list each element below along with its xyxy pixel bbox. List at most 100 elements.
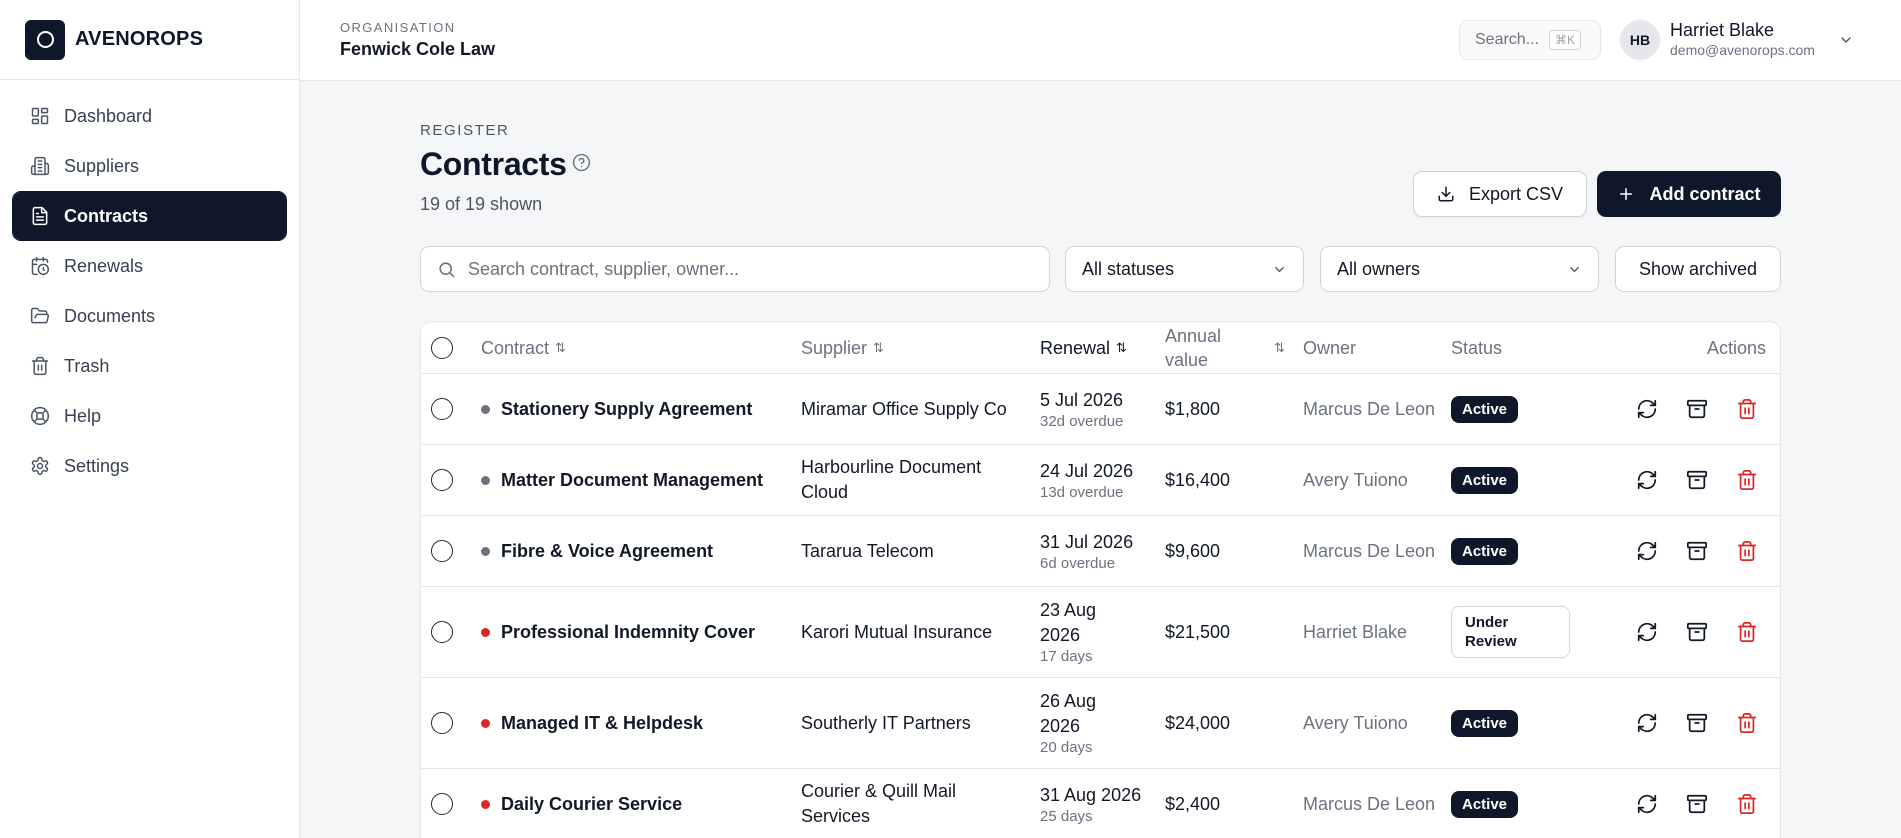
chevron-down-icon <box>1275 266 1284 272</box>
help-circle-icon[interactable] <box>572 153 591 172</box>
sort-icon: ⇅ <box>555 340 566 355</box>
renewal-date: 31 Jul 2026 6d overdue <box>1040 516 1160 586</box>
column-header-owner: Owner <box>1303 322 1356 374</box>
export-csv-button[interactable]: Export CSV <box>1413 171 1587 217</box>
sidebar-item-label: Dashboard <box>64 105 153 126</box>
sidebar-item-dashboard[interactable]: Dashboard <box>13 92 286 140</box>
table-row[interactable]: Fibre & Voice Agreement Tararua Telecom … <box>421 516 1780 587</box>
row-select-radio[interactable] <box>431 398 453 420</box>
sort-icon: ⇅ <box>873 340 884 355</box>
page-title: Contracts <box>420 146 567 182</box>
sidebar-item-help[interactable]: Help <box>13 392 286 440</box>
sidebar-item-settings[interactable]: Settings <box>13 442 286 490</box>
table-row[interactable]: Daily Courier Service Courier & Quill Ma… <box>421 769 1780 838</box>
renew-icon[interactable] <box>1636 793 1658 815</box>
contract-name[interactable]: Managed IT & Helpdesk <box>481 678 781 768</box>
table-row[interactable]: Matter Document Management Harbourline D… <box>421 445 1780 516</box>
archive-icon[interactable] <box>1686 540 1708 562</box>
sidebar-item-label: Trash <box>64 355 110 376</box>
contract-name[interactable]: Daily Courier Service <box>481 769 781 838</box>
sidebar-item-documents[interactable]: Documents <box>13 292 286 340</box>
contract-name[interactable]: Matter Document Management <box>481 445 781 515</box>
column-header-renewal[interactable]: Renewal ⇅ <box>1040 322 1127 374</box>
contracts-table: Contract ⇅ Supplier ⇅ Renewal ⇅ Annual valu… <box>420 321 1781 838</box>
archive-icon[interactable] <box>1686 793 1708 815</box>
renew-icon[interactable] <box>1636 621 1658 643</box>
renewal-countdown: 25 days <box>1040 807 1093 825</box>
brand-logo-icon <box>25 19 65 60</box>
org-label: ORGANISATION <box>340 20 456 35</box>
contract-name[interactable]: Professional Indemnity Cover <box>481 587 781 677</box>
trash-icon <box>31 356 49 376</box>
contract-name[interactable]: Fibre & Voice Agreement <box>481 516 781 586</box>
column-header-contract[interactable]: Contract ⇅ <box>481 322 566 374</box>
contract-search-field[interactable] <box>420 246 1050 292</box>
annual-value: $21,500 <box>1165 621 1231 642</box>
delete-icon[interactable] <box>1736 540 1758 562</box>
export-csv-label: Export CSV <box>1468 183 1564 204</box>
sidebar-item-suppliers[interactable]: Suppliers <box>13 142 286 190</box>
delete-icon[interactable] <box>1736 398 1758 420</box>
owner-filter-select[interactable]: All owners <box>1320 246 1599 292</box>
contract-name-text: Stationery Supply Agreement <box>501 398 753 419</box>
delete-icon[interactable] <box>1736 469 1758 491</box>
column-label: Supplier <box>801 337 868 358</box>
delete-icon[interactable] <box>1736 621 1758 643</box>
renewal-date: 31 Aug 2026 25 days <box>1040 769 1160 838</box>
sidebar-item-contracts[interactable]: Contracts <box>12 191 287 241</box>
show-archived-button[interactable]: Show archived <box>1615 246 1781 292</box>
row-select-radio[interactable] <box>431 469 453 491</box>
table-row[interactable]: Stationery Supply Agreement Miramar Offi… <box>421 374 1780 445</box>
row-select-radio[interactable] <box>431 712 453 734</box>
renewal-date-text: 5 Jul 2026 <box>1040 389 1124 410</box>
brand[interactable]: AVENOROPS <box>0 0 299 80</box>
avatar[interactable]: HB <box>1620 20 1660 60</box>
row-select-radio[interactable] <box>431 621 453 643</box>
row-select-radio[interactable] <box>431 793 453 815</box>
status-cell: Active <box>1451 516 1571 586</box>
global-search-button[interactable]: Search... ⌘K <box>1459 20 1601 60</box>
contract-search-input[interactable] <box>468 258 1028 280</box>
delete-icon[interactable] <box>1736 793 1758 815</box>
archive-icon[interactable] <box>1686 621 1708 643</box>
annual-value: $24,000 <box>1165 712 1231 733</box>
add-contract-button[interactable]: Add contract <box>1597 171 1781 217</box>
renew-icon[interactable] <box>1636 398 1658 420</box>
renewal-date-text: 23 Aug 2026 <box>1040 600 1097 645</box>
status-filter-select[interactable]: All statuses <box>1065 246 1304 292</box>
sidebar-item-trash[interactable]: Trash <box>13 342 286 390</box>
renew-icon[interactable] <box>1636 469 1658 491</box>
org-name[interactable]: Fenwick Cole Law <box>340 39 495 60</box>
renew-icon[interactable] <box>1636 712 1658 734</box>
supplier-name: Courier & Quill Mail Services <box>801 781 957 826</box>
column-label: Renewal <box>1040 337 1111 358</box>
column-header-supplier[interactable]: Supplier ⇅ <box>801 322 884 374</box>
contract-name-text: Fibre & Voice Agreement <box>501 540 714 561</box>
user-name[interactable]: Harriet Blake <box>1670 20 1774 41</box>
contract-name-text: Professional Indemnity Cover <box>501 621 756 642</box>
delete-icon[interactable] <box>1736 712 1758 734</box>
select-all-radio[interactable] <box>431 337 453 359</box>
owner-name: Avery Tuiono <box>1303 469 1408 490</box>
sidebar-item-label: Documents <box>64 305 156 326</box>
status-cell: Active <box>1451 678 1571 768</box>
chevron-down-icon <box>1570 266 1579 272</box>
chevron-down-icon[interactable] <box>1838 32 1854 48</box>
column-header-actions: Actions <box>1707 322 1766 374</box>
priority-dot <box>481 404 490 414</box>
column-header-annual-value[interactable]: Annual value ⇅ <box>1165 322 1285 374</box>
archive-icon[interactable] <box>1686 469 1708 491</box>
table-header: Contract ⇅ Supplier ⇅ Renewal ⇅ Annual valu… <box>421 322 1780 374</box>
row-select-radio[interactable] <box>431 540 453 562</box>
supplier-name: Karori Mutual Insurance <box>801 621 993 642</box>
column-label: Annual <box>1165 326 1222 346</box>
table-row[interactable]: Managed IT & Helpdesk Southerly IT Partn… <box>421 678 1780 769</box>
sidebar-item-renewals[interactable]: Renewals <box>13 242 286 290</box>
renew-icon[interactable] <box>1636 540 1658 562</box>
results-count: 19 of 19 shown <box>420 194 543 214</box>
status-badge: Active <box>1451 466 1519 494</box>
archive-icon[interactable] <box>1686 398 1708 420</box>
contract-name[interactable]: Stationery Supply Agreement <box>481 374 781 444</box>
archive-icon[interactable] <box>1686 712 1708 734</box>
table-row[interactable]: Professional Indemnity Cover Karori Mutu… <box>421 587 1780 678</box>
